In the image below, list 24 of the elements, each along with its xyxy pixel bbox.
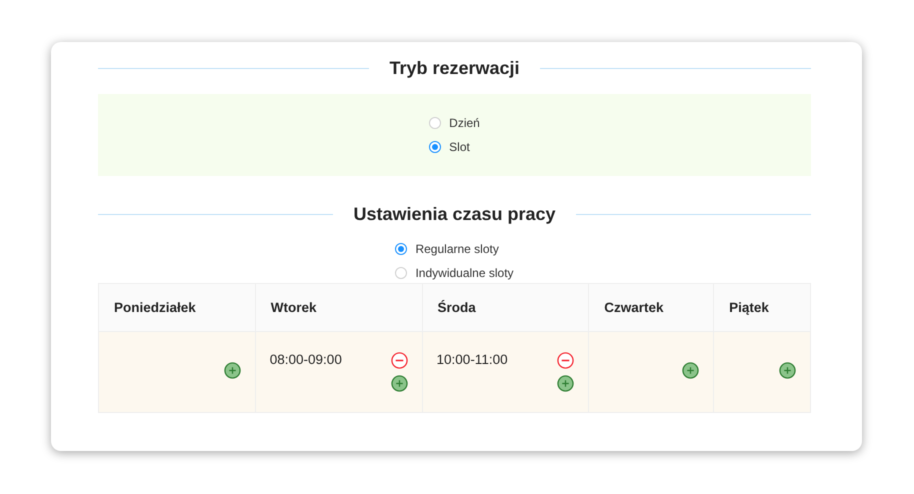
column-header: Środa	[438, 300, 476, 315]
add-icon[interactable]	[779, 362, 796, 379]
radio-option[interactable]: Indywidualne sloty	[395, 266, 514, 280]
radio-button[interactable]	[429, 117, 442, 129]
radio-option[interactable]: Slot	[429, 140, 480, 154]
radio-option[interactable]: Regularne sloty	[395, 242, 514, 256]
add-icon[interactable]	[224, 362, 241, 379]
time-slot: 10:00-11:00	[436, 352, 508, 367]
remove-icon[interactable]	[557, 352, 574, 369]
time-slot: 08:00-09:00	[270, 352, 342, 367]
section-title: Tryb rezerwacji	[389, 58, 520, 78]
radio-button[interactable]	[429, 141, 442, 153]
column-header: Piątek	[729, 300, 769, 315]
radio-option[interactable]: Dzień	[429, 116, 480, 130]
add-icon[interactable]	[390, 375, 408, 392]
add-icon[interactable]	[557, 375, 574, 392]
column-header: Czwartek	[604, 300, 664, 315]
column-header: Poniedziałek	[114, 300, 196, 315]
section-title: Ustawienia czasu pracy	[353, 204, 556, 224]
remove-icon[interactable]	[390, 352, 408, 369]
radio-button[interactable]	[395, 267, 408, 279]
add-icon[interactable]	[682, 362, 700, 379]
radio-button[interactable]	[395, 243, 408, 255]
column-header: Wtorek	[270, 300, 317, 315]
